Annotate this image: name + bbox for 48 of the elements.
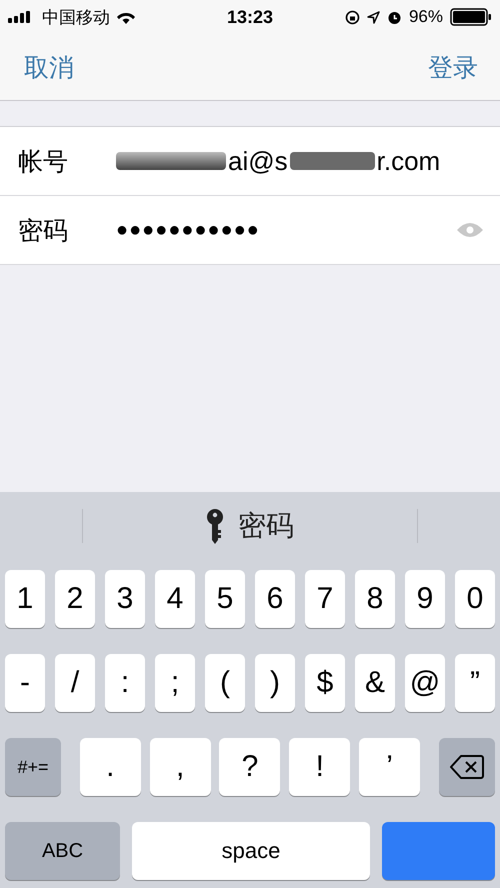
field-label: 帐号 [18,146,69,178]
keyboard-key[interactable]: @ [405,654,445,712]
carrier-name: 中国移动 [42,6,110,28]
keyboard-key[interactable]: - [5,654,45,712]
field-label: 密码 [18,216,69,246]
keyboard-key[interactable]: ( [205,654,245,712]
keyboard-key[interactable]: . [80,738,141,796]
keyboard-key[interactable]: $ [305,654,345,712]
backspace-icon [450,754,484,780]
keyboard-key[interactable]: ’ [359,738,420,796]
password-suggestion[interactable]: 密码 [238,507,294,545]
password-field[interactable]: ●●●●●●●●●●● [116,218,456,242]
keyboard-key[interactable]: ) [255,654,295,712]
battery-icon [450,8,492,26]
keyboard-key[interactable]: 7 [305,570,345,628]
return-key[interactable] [382,822,495,880]
keyboard-key[interactable]: ! [289,738,350,796]
keyboard-key[interactable]: 9 [405,570,445,628]
account-field[interactable]: ai@s r.com [116,146,484,176]
rotation-lock-icon [344,10,360,24]
wifi-icon [116,10,136,24]
cancel-button[interactable]: 取消 [24,50,74,84]
delete-key[interactable] [438,738,495,796]
key-icon [206,508,224,544]
battery-percent: 96% [408,7,443,27]
keyboard-key[interactable]: & [355,654,395,712]
keyboard-key[interactable]: 0 [455,570,495,628]
letters-key[interactable]: ABC [5,822,120,880]
keyboard-key[interactable]: ; [155,654,195,712]
keyboard-key[interactable]: ” [455,654,495,712]
alarm-icon [386,10,402,24]
eye-icon[interactable] [456,222,484,238]
space-key[interactable]: space [132,822,370,880]
keyboard-key[interactable]: : [105,654,145,712]
keyboard-key[interactable]: 3 [105,570,145,628]
keyboard-key[interactable]: ? [219,738,280,796]
keyboard-key[interactable]: 4 [155,570,195,628]
clock-time: 13:23 [226,6,274,28]
keyboard-key[interactable]: / [55,654,95,712]
keyboard-key[interactable]: , [150,738,211,796]
keyboard-key[interactable]: 6 [255,570,295,628]
symbols-key[interactable]: #+= [5,738,61,796]
keyboard-key[interactable]: 2 [55,570,95,628]
keyboard-key[interactable]: 5 [205,570,245,628]
keyboard-key[interactable]: 1 [5,570,45,628]
location-icon [366,10,380,24]
login-button[interactable]: 登录 [428,50,478,84]
keyboard-key[interactable]: 8 [355,570,395,628]
